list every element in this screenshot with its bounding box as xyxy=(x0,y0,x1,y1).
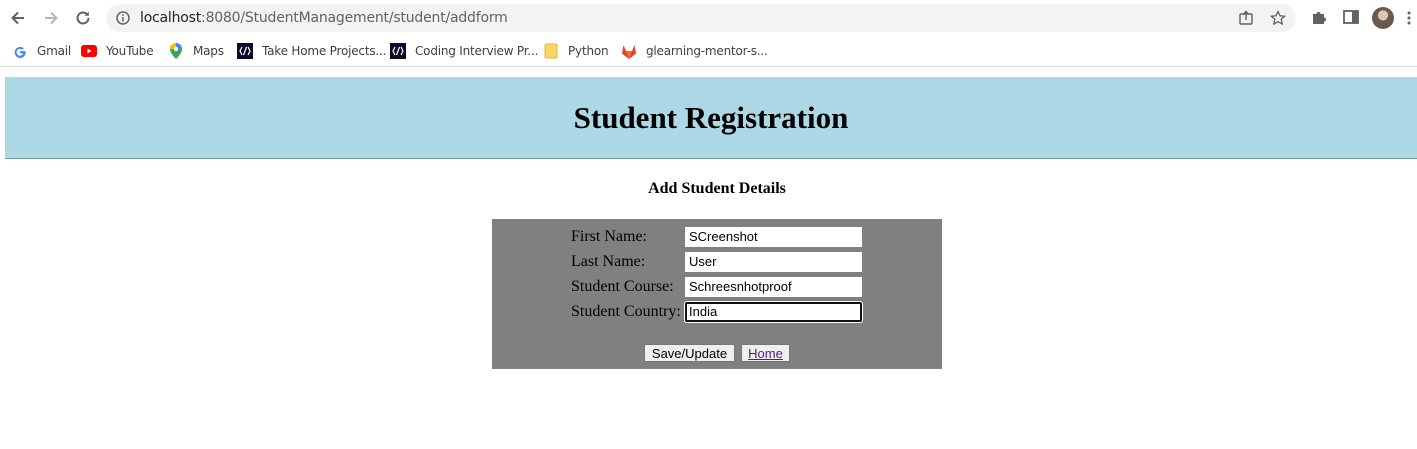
bookmark-coding-interview[interactable]: Coding Interview Pr... xyxy=(390,42,538,60)
country-label: Student Country: xyxy=(571,303,681,320)
more-menu-icon[interactable] xyxy=(1406,10,1412,26)
reload-button[interactable] xyxy=(72,7,94,29)
share-icon[interactable] xyxy=(1238,10,1254,26)
course-label: Student Course: xyxy=(571,278,674,295)
url-text: localhost:8080/StudentManagement/student… xyxy=(140,10,508,26)
back-arrow-icon xyxy=(11,11,24,25)
profile-avatar[interactable] xyxy=(1372,7,1394,29)
youtube-icon xyxy=(81,43,97,59)
browser-toolbar: localhost:8080/StudentManagement/student… xyxy=(0,0,1417,36)
student-form: First Name: SCreenshot Last Name: User S… xyxy=(492,219,942,369)
lambda-icon xyxy=(237,43,253,59)
side-panel-icon[interactable] xyxy=(1342,8,1360,26)
url-host: localhost xyxy=(140,10,202,26)
reload-icon xyxy=(76,11,90,25)
first-name-label: First Name: xyxy=(571,228,647,245)
bookmark-python-folder[interactable]: Python xyxy=(543,42,609,60)
bookmark-gmail[interactable]: Gmail xyxy=(12,42,71,60)
bookmark-label: YouTube xyxy=(106,44,154,58)
first-name-input[interactable]: SCreenshot xyxy=(685,227,862,247)
page-title: Student Registration xyxy=(573,99,849,135)
country-input[interactable]: India xyxy=(685,302,862,322)
save-update-button[interactable]: Save/Update xyxy=(644,344,735,362)
lambda-icon xyxy=(390,43,406,59)
last-name-label: Last Name: xyxy=(571,253,646,270)
maps-icon xyxy=(168,43,184,59)
bookmark-label: Gmail xyxy=(37,44,72,58)
home-link[interactable]: Home xyxy=(748,346,783,361)
bookmark-label: Python xyxy=(568,44,609,58)
folder-icon xyxy=(543,43,559,59)
gitlab-icon xyxy=(621,43,637,59)
home-button[interactable]: Home xyxy=(741,344,790,362)
bookmark-glearning[interactable]: glearning-mentor-s... xyxy=(621,42,768,60)
bookmark-label: glearning-mentor-s... xyxy=(646,44,768,58)
form-heading: Add Student Details xyxy=(648,180,786,197)
bookmark-star-icon[interactable] xyxy=(1270,10,1286,26)
bookmark-maps[interactable]: Maps xyxy=(168,42,224,60)
course-input[interactable]: Schreesnhotproof xyxy=(685,277,862,297)
forward-arrow-icon xyxy=(45,11,58,25)
bookmark-label: Take Home Projects... xyxy=(262,44,387,58)
site-info-icon[interactable] xyxy=(116,11,130,25)
back-button[interactable] xyxy=(7,7,29,29)
google-icon xyxy=(12,43,28,59)
header-banner: Student Registration xyxy=(5,77,1417,159)
last-name-input[interactable]: User xyxy=(685,252,862,272)
bookmark-take-home-projects[interactable]: Take Home Projects... xyxy=(237,42,386,60)
url-path: :8080/StudentManagement/student/addform xyxy=(201,10,508,26)
bookmark-label: Coding Interview Pr... xyxy=(415,44,539,58)
forward-button[interactable] xyxy=(40,7,62,29)
bookmark-label: Maps xyxy=(193,44,224,58)
extensions-icon[interactable] xyxy=(1310,8,1328,26)
bookmarks-bar: Gmail YouTube Maps Take Home Projects...… xyxy=(0,36,1417,67)
bookmark-youtube[interactable]: YouTube xyxy=(81,42,154,60)
address-bar[interactable]: localhost:8080/StudentManagement/student… xyxy=(106,4,1296,32)
